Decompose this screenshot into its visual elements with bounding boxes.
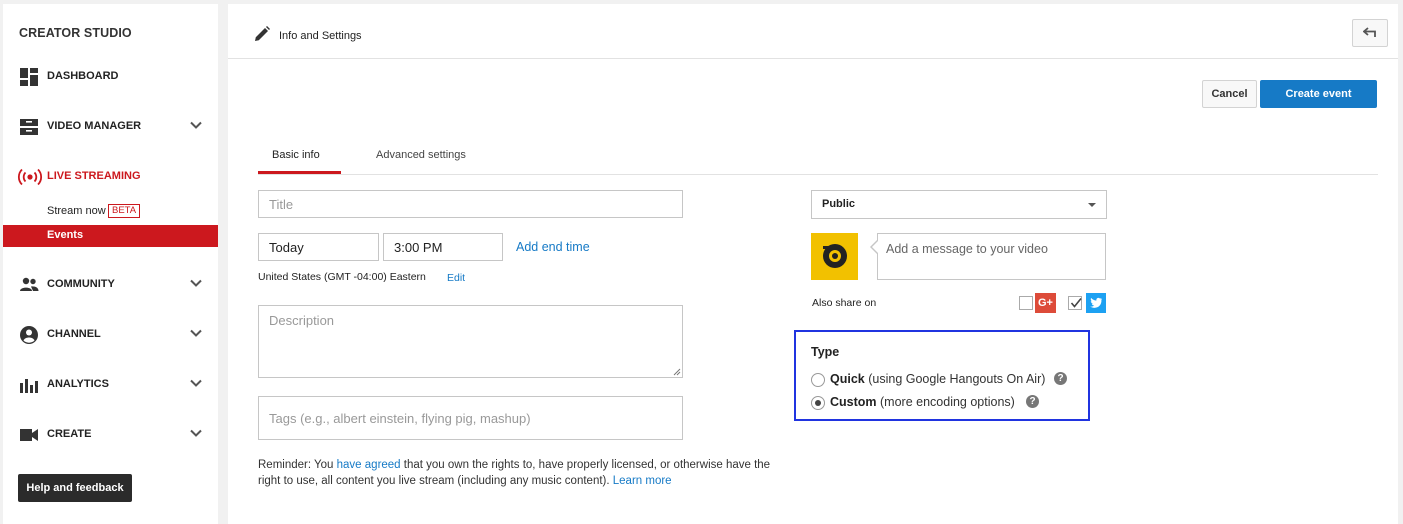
main-panel: Info and Settings Cancel Create event Ba…	[228, 4, 1398, 524]
timezone-label: United States (GMT -04:00) Eastern	[258, 271, 426, 283]
sidebar: CREATOR STUDIO DASHBOARD VIDEO MANAGER L…	[3, 4, 218, 524]
sidebar-subitem-events[interactable]: Events	[3, 225, 218, 247]
share-label: Also share on	[812, 297, 877, 309]
back-button[interactable]	[1352, 19, 1388, 47]
channel-logo-icon	[823, 244, 847, 268]
learn-more-link[interactable]: Learn more	[613, 475, 672, 487]
twitter-bird-icon	[1090, 297, 1103, 308]
sidebar-subitem-stream-now[interactable]: Stream now BETA	[3, 201, 218, 223]
live-streaming-icon	[18, 168, 42, 186]
sidebar-item-label: COMMUNITY	[47, 278, 115, 290]
share-twitter-checkbox[interactable]	[1068, 296, 1082, 310]
sidebar-item-label: DASHBOARD	[47, 70, 119, 82]
custom-option-label: Custom (more encoding options)	[830, 395, 1015, 409]
pencil-icon	[255, 26, 270, 41]
resize-handle-icon[interactable]	[673, 368, 681, 376]
time-input[interactable]: 3:00 PM	[383, 233, 503, 261]
option-label: Quick	[830, 372, 865, 386]
caret-down-icon	[1088, 203, 1096, 207]
sidebar-item-community[interactable]: COMMUNITY	[3, 269, 218, 299]
message-bubble-notch-fill	[872, 241, 878, 253]
tab-basic-info[interactable]: Basic info	[272, 149, 320, 161]
sidebar-subitem-label: Events	[47, 229, 84, 241]
help-icon[interactable]: ?	[1054, 372, 1067, 385]
quick-radio[interactable]	[811, 373, 825, 387]
sidebar-item-create[interactable]: CREATE	[3, 419, 218, 449]
quick-option-label: Quick (using Google Hangouts On Air)	[830, 372, 1045, 386]
type-heading: Type	[811, 345, 840, 359]
active-tab-indicator	[258, 171, 341, 174]
avatar	[811, 233, 858, 280]
title-input[interactable]: Title	[258, 190, 683, 218]
sidebar-item-label: LIVE STREAMING	[47, 170, 141, 182]
sidebar-item-dashboard[interactable]: DASHBOARD	[3, 61, 218, 91]
google-plus-icon: G+	[1035, 293, 1056, 313]
message-input[interactable]: Add a message to your video	[877, 233, 1106, 280]
option-detail: (more encoding options)	[880, 395, 1015, 409]
privacy-select[interactable]: Public	[811, 190, 1107, 219]
sidebar-item-label: ANALYTICS	[47, 378, 109, 390]
have-agreed-link[interactable]: have agreed	[337, 459, 401, 471]
rights-reminder: Reminder: You have agreed that you own t…	[258, 458, 793, 489]
chevron-down-icon[interactable]	[189, 118, 203, 132]
help-feedback-button[interactable]: Help and feedback	[18, 474, 132, 502]
option-label: Custom	[830, 395, 877, 409]
create-event-button[interactable]: Create event	[1260, 80, 1377, 108]
video-camera-icon	[20, 429, 38, 441]
chevron-down-icon[interactable]	[189, 376, 203, 390]
sidebar-item-label: CHANNEL	[47, 328, 101, 340]
sidebar-item-channel[interactable]: CHANNEL	[3, 319, 218, 349]
reminder-text: Reminder: You	[258, 459, 337, 471]
timezone-edit-link[interactable]: Edit	[447, 272, 465, 284]
sidebar-item-label: VIDEO MANAGER	[47, 120, 142, 132]
sidebar-item-analytics[interactable]: ANALYTICS	[3, 369, 218, 399]
analytics-icon	[20, 379, 38, 393]
channel-icon	[20, 326, 38, 344]
beta-badge: BETA	[108, 204, 141, 218]
dashboard-icon	[20, 68, 38, 86]
back-arrow-icon	[1363, 27, 1376, 37]
option-detail: (using Google Hangouts On Air)	[868, 372, 1046, 386]
page-title: Info and Settings	[279, 30, 362, 42]
date-input[interactable]: Today	[258, 233, 379, 261]
share-gplus-checkbox[interactable]	[1019, 296, 1033, 310]
description-input[interactable]: Description	[258, 305, 683, 378]
brand-title: CREATOR STUDIO	[19, 26, 132, 40]
custom-radio[interactable]	[811, 396, 825, 410]
cancel-button[interactable]: Cancel	[1202, 80, 1257, 108]
help-icon[interactable]: ?	[1026, 395, 1039, 408]
tab-advanced-settings[interactable]: Advanced settings	[376, 149, 466, 161]
add-end-time-link[interactable]: Add end time	[516, 240, 590, 254]
radio-selected-dot	[815, 400, 821, 406]
video-manager-icon	[20, 119, 38, 135]
chevron-down-icon[interactable]	[189, 326, 203, 340]
sidebar-subitem-label: Stream now	[47, 205, 106, 217]
tabs-divider	[258, 174, 1378, 175]
checkmark-icon	[1070, 297, 1082, 308]
twitter-icon	[1086, 293, 1106, 313]
sidebar-item-video-manager[interactable]: VIDEO MANAGER	[3, 111, 218, 141]
page-header: Info and Settings	[228, 4, 1398, 59]
community-icon	[20, 277, 39, 291]
chevron-down-icon[interactable]	[189, 426, 203, 440]
chevron-down-icon[interactable]	[189, 276, 203, 290]
tags-input[interactable]: Tags (e.g., albert einstein, flying pig,…	[258, 396, 683, 440]
stream-type-section: Type Quick (using Google Hangouts On Air…	[794, 330, 1090, 421]
privacy-value: Public	[822, 198, 856, 210]
sidebar-item-live-streaming[interactable]: LIVE STREAMING	[3, 161, 218, 191]
description-placeholder: Description	[269, 313, 335, 328]
sidebar-item-label: CREATE	[47, 428, 92, 440]
